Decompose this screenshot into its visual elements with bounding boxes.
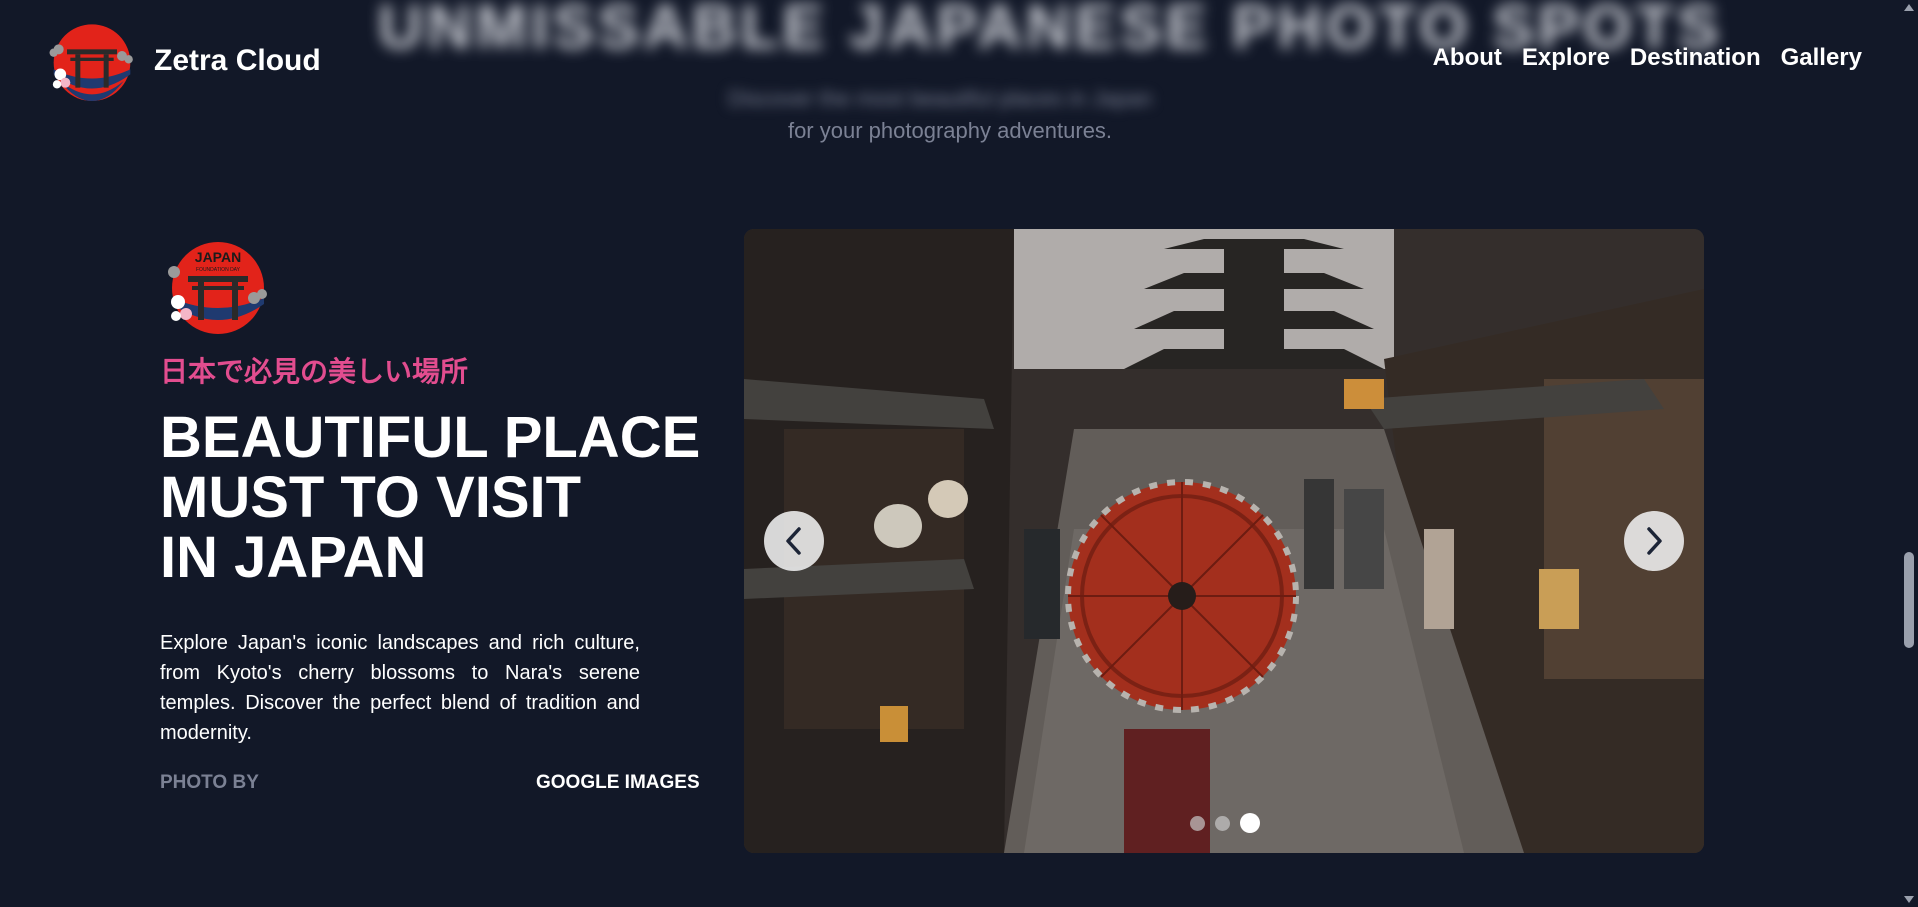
carousel-dot-1[interactable] (1190, 815, 1205, 831)
navbar: Zetra Cloud About Explore Destination Ga… (0, 0, 1900, 120)
nav-link-about[interactable]: About (1433, 44, 1502, 72)
nav-link-gallery[interactable]: Gallery (1781, 44, 1862, 72)
nav-link-destination[interactable]: Destination (1630, 44, 1761, 72)
chevron-left-icon (786, 527, 801, 555)
carousel-dot-2[interactable] (1215, 815, 1230, 831)
page-scrollbar[interactable] (1900, 0, 1918, 907)
carousel-next-button[interactable] (1624, 511, 1684, 571)
hero-title-line-2: MUST TO VISIT (160, 465, 582, 530)
scroll-down-arrow-icon[interactable] (1904, 896, 1914, 903)
hero-title: BEAUTIFUL PLACE MUST TO VISIT IN JAPAN (160, 408, 720, 588)
photo-credit-label: PHOTO BY (160, 772, 259, 793)
kyoto-street-photo (744, 229, 1704, 853)
hero-title-line-3: IN JAPAN (160, 525, 427, 590)
image-carousel (744, 229, 1704, 853)
carousel-prev-button[interactable] (764, 511, 824, 571)
scrollbar-thumb[interactable] (1904, 552, 1914, 648)
nav-link-explore[interactable]: Explore (1522, 44, 1610, 72)
carousel-dot-3-active[interactable] (1240, 813, 1260, 833)
section-subheading-tail: for your photography adventures. (787, 118, 1113, 143)
chevron-right-icon (1647, 527, 1662, 555)
japan-foundation-day-logo: JAPAN FOUNDATION DAY (168, 242, 267, 334)
hero-title-line-1: BEAUTIFUL PLACE (160, 405, 701, 470)
japan-logo-icon (49, 24, 133, 102)
photo-credit-value: GOOGLE IMAGES (536, 772, 700, 793)
brand-link[interactable]: Zetra Cloud (42, 16, 321, 106)
logo-text-sub: FOUNDATION DAY (196, 267, 241, 273)
page: UNMISSABLE JAPANESE PHOTO SPOTS Discover… (0, 0, 1918, 907)
carousel-pagination (1190, 813, 1260, 833)
scroll-up-arrow-icon[interactable] (1904, 4, 1914, 11)
brand-name: Zetra Cloud (154, 44, 321, 77)
logo-text-top: JAPAN (195, 249, 241, 265)
japanese-title: 日本で必見の美しい場所 (160, 355, 469, 388)
nav-links: About Explore Destination Gallery (1433, 44, 1862, 72)
hero-description: Explore Japan's iconic landscapes and ri… (160, 632, 640, 744)
